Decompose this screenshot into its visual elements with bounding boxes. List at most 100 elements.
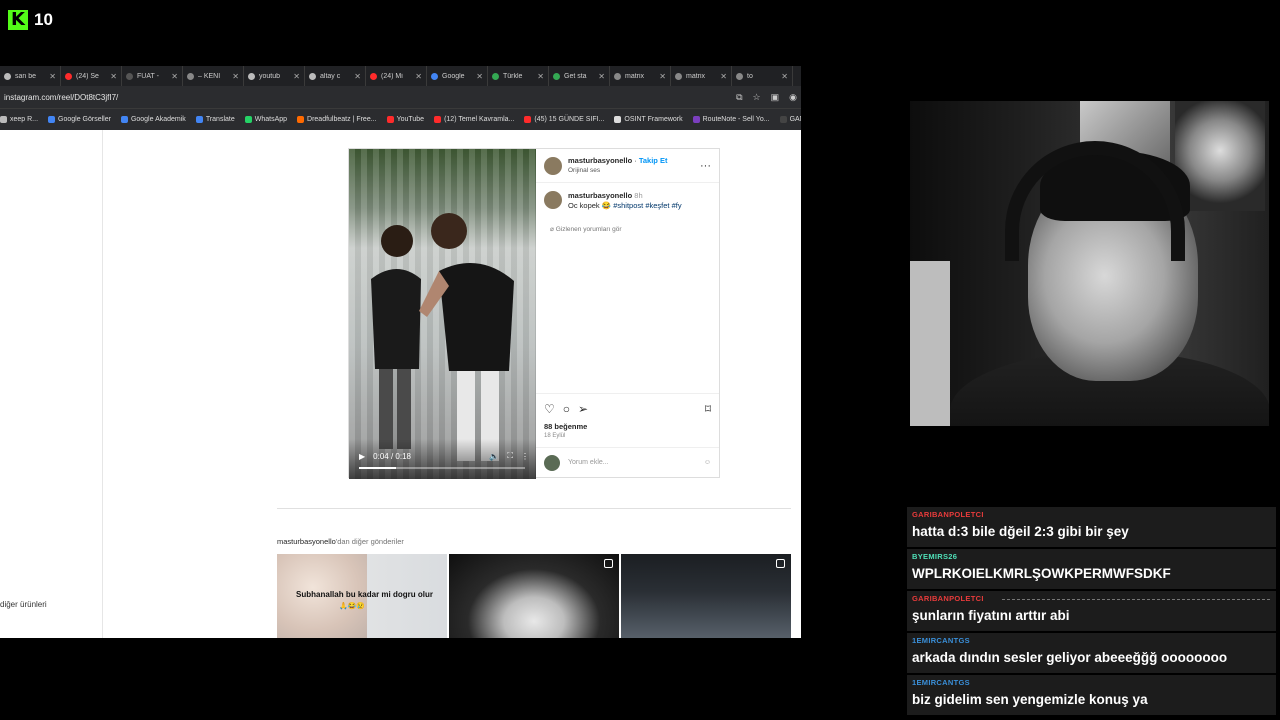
comment-input[interactable]: Yorum ekle... (568, 459, 609, 466)
tab-close-icon[interactable]: ✕ (110, 72, 117, 81)
volume-icon[interactable]: 🔈 (489, 452, 499, 461)
tab-label[interactable]: FUAT - (137, 73, 167, 80)
tab-label[interactable]: matrix (625, 73, 655, 80)
caption-hashtags[interactable]: #shitpost #keşfet #fy (613, 201, 681, 210)
follow-button[interactable]: Takip Et (639, 156, 668, 165)
bookmark-item[interactable]: RouteNote - Sell Yo... (692, 116, 770, 123)
bookmark-item[interactable]: YouTube (386, 116, 425, 123)
more-options-icon[interactable]: ··· (700, 160, 711, 172)
browser-tab[interactable]: Google ✕ (427, 66, 488, 86)
emoji-icon[interactable]: ☺ (704, 459, 711, 466)
tab-label[interactable]: Google (442, 73, 472, 80)
address-bar[interactable]: instagram.com/reel/DOt8tC3jfI7/ ⧉ ☆ ▣ ◉ (0, 86, 801, 108)
profile-icon[interactable]: ◉ (789, 92, 797, 103)
tab-close-icon[interactable]: ✕ (598, 72, 605, 81)
bookmark-item[interactable]: (12) Temel Kavramla... (434, 116, 514, 123)
bookmark-label[interactable]: (12) Temel Kavramla... (444, 116, 514, 123)
audio-label[interactable]: Orijinal ses (568, 166, 694, 176)
tab-label[interactable]: youtub (259, 73, 289, 80)
bookmark-item[interactable]: Translate (195, 116, 235, 123)
bookmark-item[interactable]: Google Akademik (120, 116, 186, 123)
heart-icon[interactable]: ♡ (544, 402, 555, 416)
hidden-comments-text[interactable]: Gizlenen yorumları gör (556, 226, 622, 233)
url-text[interactable]: instagram.com/reel/DOt8tC3jfI7/ (4, 93, 736, 102)
install-icon[interactable]: ⧉ (736, 92, 742, 103)
bookmark-item[interactable]: (45) 15 GÜNDE SIFI... (524, 116, 604, 123)
more-post-2[interactable] (449, 554, 619, 638)
tab-close-icon[interactable]: ✕ (232, 72, 239, 81)
bookmark-item[interactable]: WhatsApp (244, 116, 287, 123)
browser-tab[interactable]: Get sta ✕ (549, 66, 610, 86)
chat-username[interactable]: GARIBANPOLETCI (912, 510, 1271, 519)
browser-tab[interactable]: youtub ✕ (244, 66, 305, 86)
bookmark-item[interactable]: Dreadfulbeatz | Free... (297, 116, 377, 123)
avatar[interactable] (544, 156, 562, 175)
post-username[interactable]: masturbasyonello (568, 156, 632, 165)
more-posts-user[interactable]: masturbasyonello (277, 537, 336, 546)
browser-tab[interactable]: san be ✕ (0, 66, 61, 86)
browser-tab[interactable]: matrix ✕ (610, 66, 671, 86)
bookmark-label[interactable]: Google Akademik (131, 116, 186, 123)
hidden-comments-link[interactable]: ⌀ Gizlenen yorumları gör (536, 211, 719, 233)
fullscreen-icon[interactable]: ⛶ (507, 451, 513, 461)
tab-close-icon[interactable]: ✕ (781, 72, 788, 81)
comment-box[interactable]: Yorum ekle... ☺ (536, 447, 719, 477)
tab-close-icon[interactable]: ✕ (415, 72, 422, 81)
bookmark-item[interactable]: xeep R... (0, 116, 38, 123)
tab-close-icon[interactable]: ✕ (293, 72, 300, 81)
tab-close-icon[interactable]: ✕ (537, 72, 544, 81)
browser-tab[interactable]: Türkle ✕ (488, 66, 549, 86)
tab-close-icon[interactable]: ✕ (171, 72, 178, 81)
bookmark-icon[interactable]: ⌑ (705, 402, 711, 416)
bookmark-label[interactable]: Google Görseller (58, 116, 111, 123)
tab-close-icon[interactable]: ✕ (354, 72, 361, 81)
more-vertical-icon[interactable]: ⋮ (521, 452, 529, 461)
tab-close-icon[interactable]: ✕ (659, 72, 666, 81)
tab-close-icon[interactable]: ✕ (720, 72, 727, 81)
browser-tab[interactable]: – KENI ✕ (183, 66, 244, 86)
tab-close-icon[interactable]: ✕ (476, 72, 483, 81)
tab-label[interactable]: to (747, 73, 777, 80)
more-post-1[interactable]: Subhanallah bu kadar mi dogru olur 🙏😂😢 (277, 554, 447, 638)
tab-label[interactable]: – KENI (198, 73, 228, 80)
tab-label[interactable]: matrix (686, 73, 716, 80)
browser-tab[interactable]: (24) Mi ✕ (366, 66, 427, 86)
bookmark-label[interactable]: WhatsApp (255, 116, 287, 123)
video-progress-bar[interactable] (359, 467, 525, 469)
bookmark-item[interactable]: GAM.ONL (779, 116, 801, 123)
bookmark-label[interactable]: OSINT Framework (624, 116, 682, 123)
tab-label[interactable]: altay c (320, 73, 350, 80)
tab-label[interactable]: (24) Se (76, 73, 106, 80)
bookmark-label[interactable]: YouTube (397, 116, 425, 123)
extensions-icon[interactable]: ▣ (771, 92, 780, 103)
share-icon[interactable]: ➢ (578, 402, 588, 416)
bookmark-label[interactable]: Translate (206, 116, 235, 123)
chat-username[interactable]: 1EMIRCANTGS (912, 678, 1271, 687)
browser-tab[interactable]: matrix ✕ (671, 66, 732, 86)
bookmark-label[interactable]: Dreadfulbeatz | Free... (307, 116, 377, 123)
browser-tab[interactable]: to ✕ (732, 66, 793, 86)
reel-video[interactable]: ▶ 0:04 / 0:18 🔈 ⛶ ⋮ (349, 149, 536, 479)
browser-tab[interactable]: FUAT - ✕ (122, 66, 183, 86)
more-post-3[interactable] (621, 554, 791, 638)
star-icon[interactable]: ☆ (753, 92, 761, 103)
other-products-link[interactable]: diğer ürünleri (0, 600, 47, 609)
bookmark-item[interactable]: Google Görseller (48, 116, 111, 123)
bookmark-label[interactable]: (45) 15 GÜNDE SIFI... (534, 116, 604, 123)
tab-close-icon[interactable]: ✕ (49, 72, 56, 81)
browser-tab[interactable]: altay c ✕ (305, 66, 366, 86)
bookmark-label[interactable]: xeep R... (10, 116, 38, 123)
browser-tab[interactable]: (24) Se ✕ (61, 66, 122, 86)
caption-username[interactable]: masturbasyonello (568, 191, 632, 200)
bookmark-label[interactable]: GAM.ONL (790, 116, 801, 123)
comment-icon[interactable]: ○ (563, 402, 570, 416)
tab-label[interactable]: (24) Mi (381, 73, 411, 80)
play-icon[interactable]: ▶ (359, 452, 365, 461)
bookmark-item[interactable]: OSINT Framework (614, 116, 683, 123)
likes-count[interactable]: 88 beğenme (544, 422, 711, 431)
caption-avatar[interactable] (544, 191, 562, 209)
tab-label[interactable]: Türkle (503, 73, 533, 80)
chat-username[interactable]: BYEMIRS26 (912, 552, 1271, 561)
tab-label[interactable]: Get sta (564, 73, 594, 80)
bookmark-label[interactable]: RouteNote - Sell Yo... (703, 116, 770, 123)
